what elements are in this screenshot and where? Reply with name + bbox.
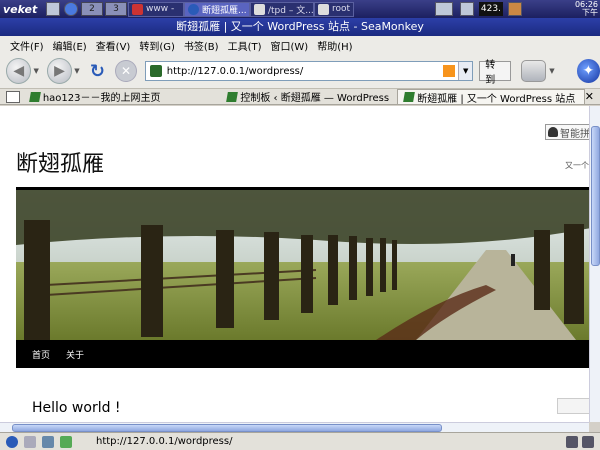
clock-period: 下午 bbox=[582, 8, 598, 17]
mail-icon[interactable] bbox=[24, 435, 36, 448]
web-content: 智能拼音 断翅孤雁 又一个 bbox=[0, 106, 589, 422]
rss-feed-icon[interactable] bbox=[443, 65, 456, 77]
menu-view[interactable]: 查看(V) bbox=[96, 38, 131, 53]
online-status-icon[interactable] bbox=[566, 435, 578, 448]
horizontal-scrollbar[interactable] bbox=[0, 422, 589, 432]
back-arrow-icon: ◀ bbox=[13, 63, 25, 79]
url-input[interactable]: http://127.0.0.1/wordpress/ bbox=[167, 66, 443, 77]
menu-bar: 文件(F) 编辑(E) 查看(V) 转到(G) 书签(B) 工具(T) 窗口(W… bbox=[0, 36, 600, 54]
nav-about-link[interactable]: 关于 bbox=[66, 348, 84, 361]
penguin-icon bbox=[548, 127, 558, 137]
forward-dropdown-icon[interactable]: ▼ bbox=[74, 67, 79, 75]
new-tab-icon[interactable] bbox=[6, 90, 20, 103]
vertical-scrollbar[interactable] bbox=[589, 106, 600, 422]
url-history-dropdown-icon[interactable]: ▼ bbox=[458, 62, 473, 80]
print-dropdown-icon[interactable]: ▼ bbox=[549, 67, 554, 75]
input-method-indicator[interactable]: 智能拼音 bbox=[545, 124, 589, 140]
stop-icon: ✕ bbox=[120, 64, 132, 78]
tab-favicon-icon bbox=[226, 91, 239, 102]
terminal-icon bbox=[132, 3, 143, 15]
task-item-browser[interactable]: 断翅孤雁... bbox=[184, 1, 250, 17]
browser-launcher-icon[interactable] bbox=[64, 2, 78, 16]
workspace-3[interactable]: 3 bbox=[105, 2, 127, 16]
tree-lined-road-image bbox=[16, 190, 589, 340]
back-button[interactable]: ◀ bbox=[6, 58, 32, 84]
vertical-scroll-thumb[interactable] bbox=[591, 126, 600, 266]
url-bar[interactable]: http://127.0.0.1/wordpress/ ▼ bbox=[144, 61, 474, 81]
file-manager-icon[interactable] bbox=[46, 2, 60, 16]
browser-icon bbox=[188, 3, 199, 15]
reload-icon: ↻ bbox=[89, 60, 105, 82]
volume-icon[interactable] bbox=[459, 2, 474, 16]
addressbook-icon[interactable] bbox=[60, 435, 72, 448]
menu-go[interactable]: 转到(G) bbox=[139, 38, 175, 53]
main-navigation: 首页 关于 bbox=[16, 340, 589, 368]
workspace-2[interactable]: 2 bbox=[81, 2, 103, 16]
menu-tools[interactable]: 工具(T) bbox=[228, 38, 262, 53]
menu-file[interactable]: 文件(F) bbox=[10, 38, 44, 53]
task-item-www[interactable]: www - bbox=[128, 1, 184, 17]
back-dropdown-icon[interactable]: ▼ bbox=[33, 67, 38, 75]
tab-site-home[interactable]: 断翅孤雁 | 又一个 WordPress 站点 bbox=[397, 89, 585, 104]
system-taskbar: veket 2 3 www - 断翅孤雁... /tpd – 文... root… bbox=[0, 0, 600, 18]
taskbar-logo[interactable]: veket bbox=[0, 0, 44, 18]
tray-indicator[interactable]: 423. bbox=[478, 2, 503, 16]
tab-favicon-icon bbox=[403, 92, 416, 102]
status-url: http://127.0.0.1/wordpress/ bbox=[96, 436, 233, 447]
tab-dashboard[interactable]: 控制板 ‹ 断翅孤雁 — WordPress bbox=[221, 89, 397, 104]
reload-button[interactable]: ↻ bbox=[88, 59, 108, 83]
site-title[interactable]: 断翅孤雁 bbox=[16, 146, 104, 178]
tab-hao123[interactable]: hao123－－我的上网主页 bbox=[24, 89, 222, 104]
header-image bbox=[16, 190, 589, 340]
seamonkey-logo-icon[interactable]: ✦ bbox=[576, 59, 600, 83]
security-lock-icon[interactable] bbox=[582, 435, 594, 448]
task-item-tpd[interactable]: /tpd – 文... bbox=[250, 1, 314, 17]
clock[interactable]: 06:26 下午 bbox=[575, 1, 598, 17]
print-icon[interactable] bbox=[520, 60, 547, 82]
post-title[interactable]: Hello world ! bbox=[32, 400, 121, 416]
menu-window[interactable]: 窗口(W) bbox=[271, 38, 309, 53]
stop-button[interactable]: ✕ bbox=[115, 60, 137, 82]
tab-bar: hao123－－我的上网主页 控制板 ‹ 断翅孤雁 — WordPress 断翅… bbox=[0, 88, 600, 105]
composer-icon[interactable] bbox=[42, 435, 54, 448]
navigator-icon[interactable] bbox=[6, 435, 18, 448]
horizontal-scroll-thumb[interactable] bbox=[12, 424, 442, 432]
menu-edit[interactable]: 编辑(E) bbox=[53, 38, 87, 53]
forward-arrow-icon: ▶ bbox=[54, 63, 65, 79]
forward-button[interactable]: ▶ bbox=[46, 58, 73, 84]
status-bar: http://127.0.0.1/wordpress/ bbox=[0, 432, 600, 450]
window-title: 断翅孤雁 | 又一个 WordPress 站点 - SeaMonkey bbox=[0, 18, 600, 36]
folder-icon bbox=[318, 3, 329, 15]
menu-help[interactable]: 帮助(H) bbox=[317, 38, 352, 53]
navigation-toolbar: ◀ ▼ ▶ ▼ ↻ ✕ http://127.0.0.1/wordpress/ … bbox=[0, 54, 600, 88]
tray-app-icon[interactable] bbox=[507, 2, 522, 16]
editor-icon bbox=[254, 3, 265, 15]
task-item-root[interactable]: root bbox=[314, 1, 354, 17]
network-icon[interactable] bbox=[434, 2, 453, 16]
menu-bookmarks[interactable]: 书签(B) bbox=[184, 38, 219, 53]
site-description: 又一个 bbox=[565, 161, 589, 170]
site-favicon-icon bbox=[149, 65, 162, 77]
close-tab-icon[interactable]: ✕ bbox=[585, 90, 600, 103]
go-button[interactable]: 转到 bbox=[479, 60, 511, 86]
search-input[interactable] bbox=[557, 398, 589, 414]
wordpress-page: 智能拼音 断翅孤雁 又一个 bbox=[16, 124, 589, 422]
nav-home-link[interactable]: 首页 bbox=[32, 348, 50, 361]
tab-favicon-icon bbox=[28, 91, 41, 102]
